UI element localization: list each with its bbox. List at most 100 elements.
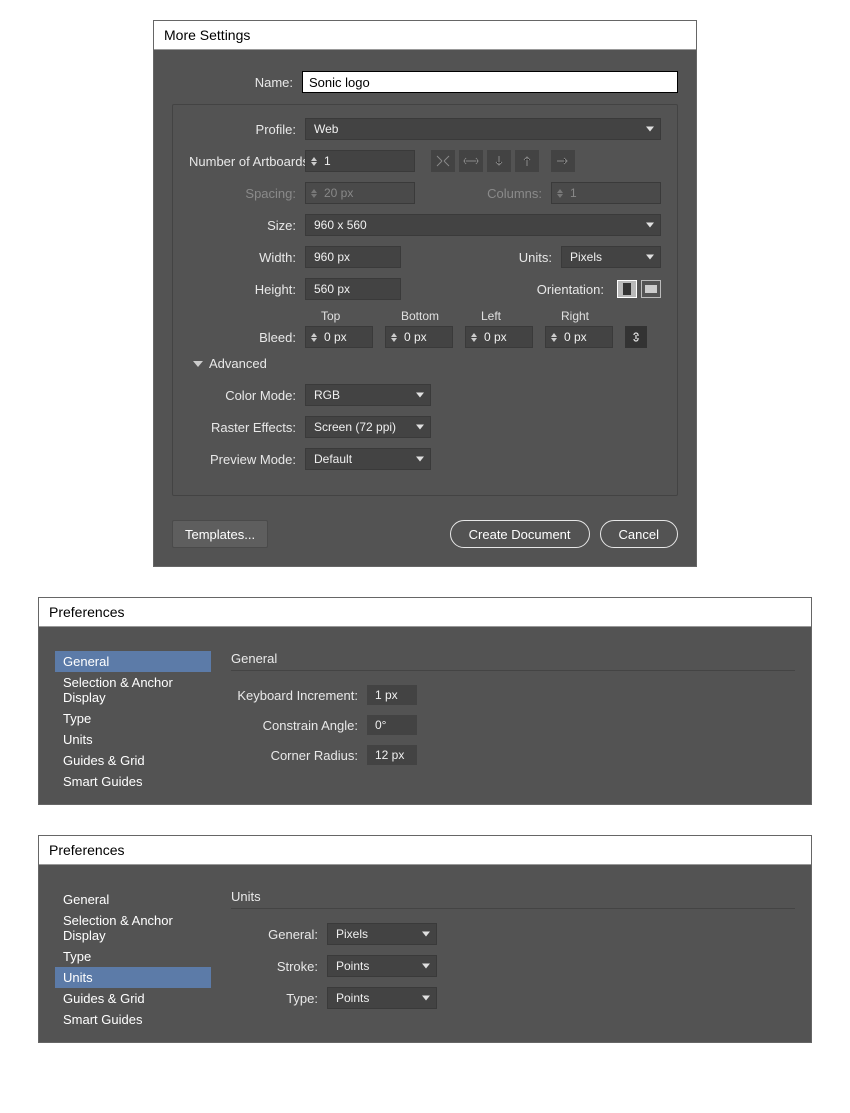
sidebar-item-type[interactable]: Type xyxy=(55,708,211,729)
sidebar-item-smart-guides[interactable]: Smart Guides xyxy=(55,771,211,792)
link-bleed-icon[interactable] xyxy=(625,326,647,348)
preview-mode-label: Preview Mode: xyxy=(189,452,305,467)
keyboard-increment-label: Keyboard Increment: xyxy=(231,688,367,703)
chevron-down-icon xyxy=(416,393,424,398)
units-general-select[interactable]: Pixels xyxy=(327,923,437,945)
size-label: Size: xyxy=(189,218,305,233)
bleed-top-header: Top xyxy=(305,309,373,323)
name-input[interactable] xyxy=(302,71,678,93)
dialog-title: Preferences xyxy=(39,836,811,865)
stepper-arrows-icon[interactable] xyxy=(466,327,480,347)
chevron-down-icon xyxy=(646,127,654,132)
sidebar-item-selection-anchor[interactable]: Selection & Anchor Display xyxy=(55,672,211,708)
profile-select[interactable]: Web xyxy=(305,118,661,140)
bleed-top-stepper[interactable]: 0 px xyxy=(305,326,373,348)
units-type-label: Type: xyxy=(231,991,327,1006)
constrain-angle-field[interactable]: 0° xyxy=(367,715,417,735)
size-select[interactable]: 960 x 560 xyxy=(305,214,661,236)
divider xyxy=(231,908,795,909)
chevron-down-icon xyxy=(422,996,430,1001)
bleed-bottom-header: Bottom xyxy=(385,309,453,323)
color-mode-label: Color Mode: xyxy=(189,388,305,403)
preferences-dialog-units: Preferences General Selection & Anchor D… xyxy=(38,835,812,1043)
templates-button[interactable]: Templates... xyxy=(172,520,268,548)
stepper-arrows-icon xyxy=(306,183,320,203)
arrange-right-icon xyxy=(551,150,575,172)
arrange-horizontal-icon xyxy=(459,150,483,172)
document-settings-panel: Profile: Web Number of Artboards: 1 xyxy=(172,104,678,496)
bleed-left-stepper[interactable]: 0 px xyxy=(465,326,533,348)
orientation-portrait-button[interactable] xyxy=(617,280,637,298)
bleed-bottom-stepper[interactable]: 0 px xyxy=(385,326,453,348)
height-field[interactable]: 560 px xyxy=(305,278,401,300)
section-title: General xyxy=(231,651,795,666)
dialog-title: Preferences xyxy=(39,598,811,627)
sidebar-item-units[interactable]: Units xyxy=(55,729,211,750)
keyboard-increment-field[interactable]: 1 px xyxy=(367,685,417,705)
stepper-arrows-icon[interactable] xyxy=(306,327,320,347)
units-stroke-label: Stroke: xyxy=(231,959,327,974)
raster-effects-select[interactable]: Screen (72 ppi) xyxy=(305,416,431,438)
units-label: Units: xyxy=(519,250,561,265)
chevron-down-icon xyxy=(416,457,424,462)
section-title: Units xyxy=(231,889,795,904)
spacing-stepper: 20 px xyxy=(305,182,415,204)
preferences-sidebar: General Selection & Anchor Display Type … xyxy=(55,651,211,792)
preferences-sidebar: General Selection & Anchor Display Type … xyxy=(55,889,211,1030)
chevron-down-icon xyxy=(193,361,203,367)
cancel-button[interactable]: Cancel xyxy=(600,520,678,548)
create-document-button[interactable]: Create Document xyxy=(450,520,590,548)
columns-label: Columns: xyxy=(487,186,551,201)
units-stroke-select[interactable]: Points xyxy=(327,955,437,977)
columns-stepper: 1 xyxy=(551,182,661,204)
bleed-left-header: Left xyxy=(465,309,533,323)
height-label: Height: xyxy=(189,282,305,297)
arrange-down-icon xyxy=(487,150,511,172)
bleed-right-header: Right xyxy=(545,309,613,323)
corner-radius-label: Corner Radius: xyxy=(231,748,367,763)
name-label: Name: xyxy=(172,75,302,90)
units-general-label: General: xyxy=(231,927,327,942)
arrange-up-icon xyxy=(515,150,539,172)
preview-mode-select[interactable]: Default xyxy=(305,448,431,470)
orientation-label: Orientation: xyxy=(537,282,613,297)
artboards-stepper[interactable]: 1 xyxy=(305,150,415,172)
units-type-select[interactable]: Points xyxy=(327,987,437,1009)
artboards-label: Number of Artboards: xyxy=(189,154,305,169)
advanced-toggle[interactable]: Advanced xyxy=(189,356,661,371)
width-field[interactable]: 960 px xyxy=(305,246,401,268)
chevron-down-icon xyxy=(422,964,430,969)
sidebar-item-type[interactable]: Type xyxy=(55,946,211,967)
more-settings-dialog: More Settings Name: Profile: Web Number … xyxy=(153,20,697,567)
stepper-arrows-icon xyxy=(552,183,566,203)
orientation-landscape-button[interactable] xyxy=(641,280,661,298)
grid-row-icon xyxy=(431,150,455,172)
constrain-angle-label: Constrain Angle: xyxy=(231,718,367,733)
sidebar-item-smart-guides[interactable]: Smart Guides xyxy=(55,1009,211,1030)
width-label: Width: xyxy=(189,250,305,265)
chevron-down-icon xyxy=(416,425,424,430)
bleed-label: Bleed: xyxy=(189,330,305,348)
chevron-down-icon xyxy=(422,932,430,937)
sidebar-item-selection-anchor[interactable]: Selection & Anchor Display xyxy=(55,910,211,946)
divider xyxy=(231,670,795,671)
raster-effects-label: Raster Effects: xyxy=(189,420,305,435)
preferences-dialog-general: Preferences General Selection & Anchor D… xyxy=(38,597,812,805)
sidebar-item-units[interactable]: Units xyxy=(55,967,211,988)
profile-label: Profile: xyxy=(189,122,305,137)
units-select[interactable]: Pixels xyxy=(561,246,661,268)
sidebar-item-general[interactable]: General xyxy=(55,651,211,672)
sidebar-item-guides-grid[interactable]: Guides & Grid xyxy=(55,750,211,771)
color-mode-select[interactable]: RGB xyxy=(305,384,431,406)
dialog-title: More Settings xyxy=(154,21,696,50)
stepper-arrows-icon[interactable] xyxy=(306,151,320,171)
spacing-label: Spacing: xyxy=(189,186,305,201)
stepper-arrows-icon[interactable] xyxy=(546,327,560,347)
corner-radius-field[interactable]: 12 px xyxy=(367,745,417,765)
chevron-down-icon xyxy=(646,223,654,228)
sidebar-item-guides-grid[interactable]: Guides & Grid xyxy=(55,988,211,1009)
stepper-arrows-icon[interactable] xyxy=(386,327,400,347)
chevron-down-icon xyxy=(646,255,654,260)
bleed-right-stepper[interactable]: 0 px xyxy=(545,326,613,348)
sidebar-item-general[interactable]: General xyxy=(55,889,211,910)
